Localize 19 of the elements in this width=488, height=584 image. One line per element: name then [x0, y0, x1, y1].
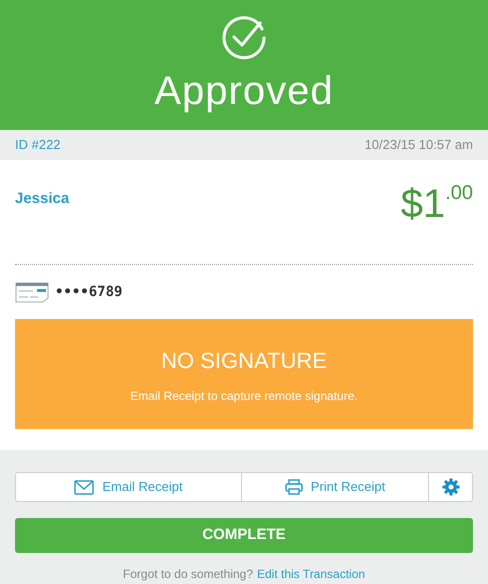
settings-icon	[442, 478, 460, 496]
complete-button[interactable]: COMPLETE	[15, 518, 473, 553]
email-receipt-button[interactable]: Email Receipt	[15, 472, 242, 502]
print-receipt-button[interactable]: Print Receipt	[242, 472, 429, 502]
settings-button[interactable]	[429, 472, 473, 502]
edit-transaction-link[interactable]: Edit this Transaction	[257, 565, 366, 583]
footer-prompt: Forgot to do something?	[122, 566, 253, 583]
amount: $1$^{.00}$	[400, 184, 473, 224]
signature-message: Email Receipt to capture remote signature.	[130, 388, 358, 404]
check-circle-icon	[221, 15, 267, 61]
card-number: ••••6789	[55, 282, 122, 302]
signature-title: NO SIGNATURE	[161, 346, 327, 374]
customer-name: Jessica	[15, 189, 70, 209]
printer-icon	[284, 479, 303, 495]
status-title: Approved	[154, 71, 334, 111]
transaction-date: 10/23/15 10:57 am	[364, 136, 473, 154]
transaction-id: ID #222	[15, 136, 61, 154]
envelope-icon	[74, 480, 94, 494]
card-icon	[15, 282, 49, 302]
